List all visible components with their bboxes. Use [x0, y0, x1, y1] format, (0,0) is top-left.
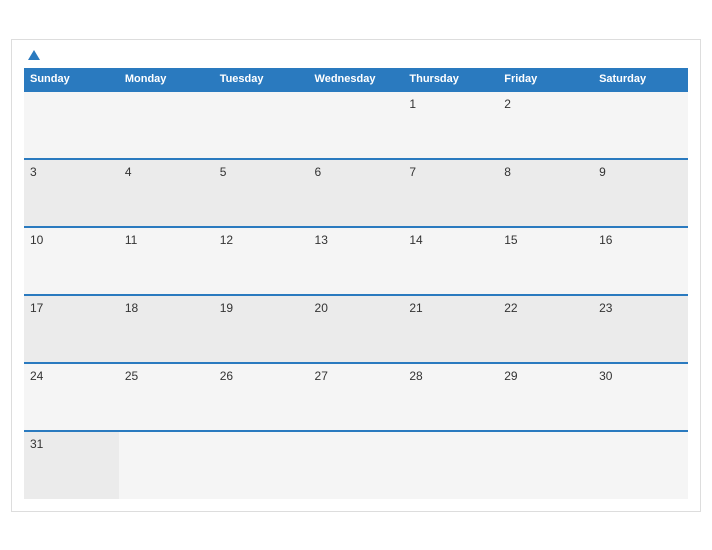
- day-number: 21: [409, 301, 422, 315]
- calendar-cell: 8: [498, 159, 593, 227]
- calendar-cell: 17: [24, 295, 119, 363]
- day-number: 26: [220, 369, 233, 383]
- calendar-cell: 14: [403, 227, 498, 295]
- day-number: 15: [504, 233, 517, 247]
- calendar-cell: 19: [214, 295, 309, 363]
- calendar-cell: 10: [24, 227, 119, 295]
- calendar-cell: [593, 91, 688, 159]
- day-header-sunday: Sunday: [24, 68, 119, 91]
- week-row-2: 3 4 5 6 7 8 9: [24, 159, 688, 227]
- day-headers-row: SundayMondayTuesdayWednesdayThursdayFrid…: [24, 68, 688, 91]
- calendar-cell: 2: [498, 91, 593, 159]
- logo-triangle-icon: [28, 50, 40, 60]
- day-number: 30: [599, 369, 612, 383]
- day-number: 2: [504, 97, 511, 111]
- day-number: 14: [409, 233, 422, 247]
- calendar-cell: 24: [24, 363, 119, 431]
- day-number: 13: [315, 233, 328, 247]
- day-number: 16: [599, 233, 612, 247]
- day-number: 1: [409, 97, 416, 111]
- calendar-cell: 9: [593, 159, 688, 227]
- calendar-cell: 20: [309, 295, 404, 363]
- calendar-cell: 5: [214, 159, 309, 227]
- day-number: 11: [125, 233, 137, 247]
- calendar-cell: 1: [403, 91, 498, 159]
- day-header-monday: Monday: [119, 68, 214, 91]
- calendar-cell: 13: [309, 227, 404, 295]
- day-number: 29: [504, 369, 517, 383]
- calendar-cell: [498, 431, 593, 499]
- calendar-cell: 31: [24, 431, 119, 499]
- calendar-header: [24, 50, 688, 60]
- calendar-cell: 28: [403, 363, 498, 431]
- calendar-cell: [309, 91, 404, 159]
- day-number: 6: [315, 165, 322, 179]
- calendar-cell: 22: [498, 295, 593, 363]
- week-row-4: 17 18 19 20 21 22 23: [24, 295, 688, 363]
- day-number: 5: [220, 165, 227, 179]
- day-header-tuesday: Tuesday: [214, 68, 309, 91]
- calendar-cell: 11: [119, 227, 214, 295]
- day-number: 20: [315, 301, 328, 315]
- calendar-cell: 6: [309, 159, 404, 227]
- day-number: 12: [220, 233, 233, 247]
- calendar-cell: [119, 431, 214, 499]
- day-number: 25: [125, 369, 138, 383]
- calendar-cell: 27: [309, 363, 404, 431]
- day-number: 3: [30, 165, 37, 179]
- week-row-1: 12: [24, 91, 688, 159]
- day-number: 19: [220, 301, 233, 315]
- calendar-cell: [24, 91, 119, 159]
- day-number: 28: [409, 369, 422, 383]
- day-number: 31: [30, 437, 43, 451]
- calendar-cell: 25: [119, 363, 214, 431]
- week-row-5: 24 25 26 27 28 29 30: [24, 363, 688, 431]
- calendar-cell: [309, 431, 404, 499]
- day-header-wednesday: Wednesday: [309, 68, 404, 91]
- week-row-6: 31: [24, 431, 688, 499]
- calendar-cell: 3: [24, 159, 119, 227]
- day-number: 9: [599, 165, 606, 179]
- day-number: 23: [599, 301, 612, 315]
- calendar-cell: 15: [498, 227, 593, 295]
- calendar-cell: 7: [403, 159, 498, 227]
- calendar-cell: 21: [403, 295, 498, 363]
- day-number: 18: [125, 301, 138, 315]
- week-row-3: 10 11 12 13 14 15 16: [24, 227, 688, 295]
- day-number: 27: [315, 369, 328, 383]
- calendar-cell: 12: [214, 227, 309, 295]
- calendar-cell: 18: [119, 295, 214, 363]
- day-header-saturday: Saturday: [593, 68, 688, 91]
- day-number: 24: [30, 369, 43, 383]
- calendar-cell: 4: [119, 159, 214, 227]
- calendar-cell: [593, 431, 688, 499]
- logo: [24, 50, 40, 60]
- calendar-cell: [403, 431, 498, 499]
- calendar-container: SundayMondayTuesdayWednesdayThursdayFrid…: [11, 39, 701, 512]
- calendar-cell: 16: [593, 227, 688, 295]
- logo-general: [24, 50, 40, 60]
- calendar-cell: 29: [498, 363, 593, 431]
- calendar-cell: [119, 91, 214, 159]
- day-header-thursday: Thursday: [403, 68, 498, 91]
- day-number: 7: [409, 165, 416, 179]
- day-number: 8: [504, 165, 511, 179]
- day-number: 17: [30, 301, 43, 315]
- day-number: 22: [504, 301, 517, 315]
- calendar-grid: SundayMondayTuesdayWednesdayThursdayFrid…: [24, 68, 688, 499]
- calendar-cell: 26: [214, 363, 309, 431]
- day-number: 4: [125, 165, 132, 179]
- calendar-cell: 23: [593, 295, 688, 363]
- calendar-cell: 30: [593, 363, 688, 431]
- calendar-cell: [214, 431, 309, 499]
- day-header-friday: Friday: [498, 68, 593, 91]
- calendar-cell: [214, 91, 309, 159]
- day-number: 10: [30, 233, 43, 247]
